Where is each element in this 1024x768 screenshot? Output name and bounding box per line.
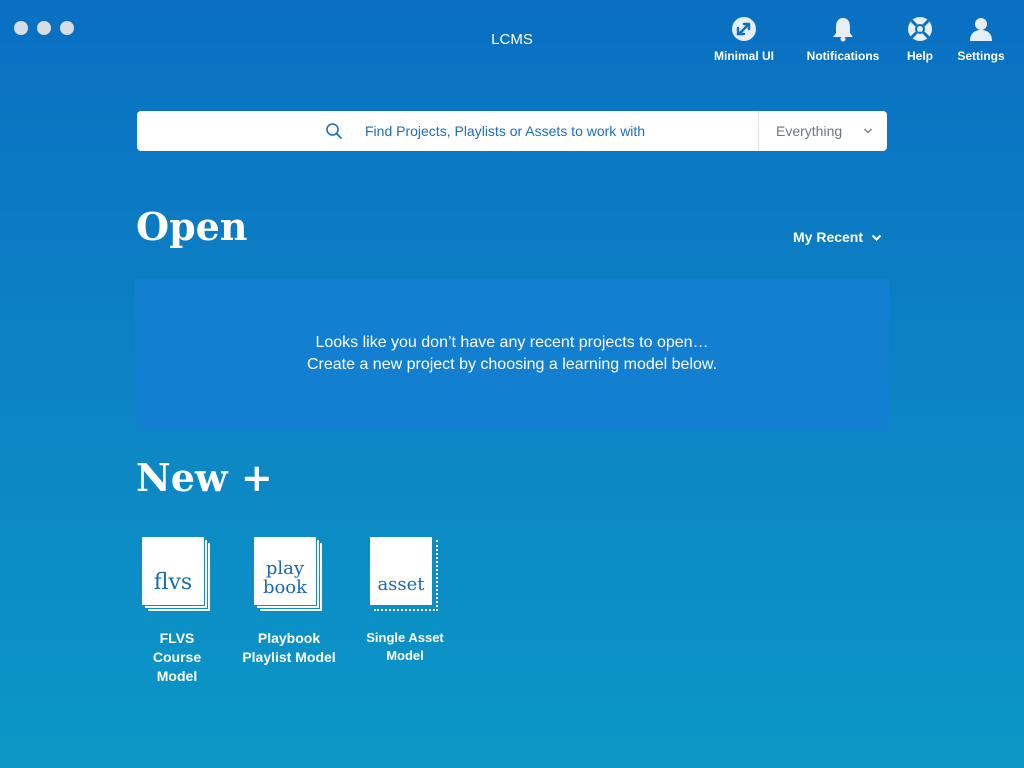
flvs-model-icon: flvs bbox=[142, 537, 212, 613]
search-input[interactable] bbox=[363, 122, 747, 140]
search-scope-value: Everything bbox=[776, 123, 843, 139]
empty-state-line-1: Looks like you don’t have any recent pro… bbox=[315, 334, 709, 351]
help-label: Help bbox=[906, 49, 933, 63]
minimal-ui-label: Minimal UI bbox=[713, 49, 774, 63]
search-bar: Everything bbox=[137, 111, 887, 151]
minimal-ui-button[interactable]: Minimal UI bbox=[699, 16, 789, 63]
notifications-label: Notifications bbox=[806, 49, 880, 63]
asset-model-label-line-2: Model bbox=[386, 648, 424, 663]
playbook-icon-text-line-1: play bbox=[265, 558, 305, 579]
recent-projects-empty-state: Looks like you don’t have any recent pro… bbox=[135, 279, 889, 429]
playbook-model-label-line-1: Playbook bbox=[257, 630, 321, 646]
recent-filter-dropdown[interactable]: My Recent bbox=[793, 229, 882, 245]
lifebuoy-icon bbox=[908, 17, 932, 41]
playbook-model-icon: play book bbox=[254, 537, 324, 613]
user-icon bbox=[970, 18, 992, 41]
flvs-icon-text: flvs bbox=[153, 570, 193, 595]
recent-filter-label: My Recent bbox=[793, 229, 864, 245]
single-asset-model-button[interactable]: asset Single Asset Model bbox=[365, 537, 445, 665]
playbook-model-label-line-2: Playlist Model bbox=[242, 649, 336, 665]
minimal-ui-icon bbox=[732, 17, 756, 41]
search-icon bbox=[326, 123, 342, 139]
asset-model-icon: asset bbox=[370, 537, 440, 613]
settings-label: Settings bbox=[957, 49, 1005, 63]
open-heading: Open bbox=[136, 204, 248, 249]
asset-icon-text: asset bbox=[377, 574, 425, 595]
settings-button[interactable]: Settings bbox=[936, 16, 1024, 63]
asset-model-label-line-1: Single Asset bbox=[366, 630, 444, 645]
search-field bbox=[137, 111, 758, 151]
chevron-down-icon bbox=[871, 234, 882, 241]
flvs-model-label-line-1: FLVS Course bbox=[152, 630, 202, 665]
playbook-icon-text-line-2: book bbox=[262, 577, 308, 598]
search-scope-select[interactable]: Everything bbox=[758, 111, 887, 151]
playbook-playlist-model-button[interactable]: play book Playbook Playlist Model bbox=[241, 537, 337, 667]
flvs-model-label-line-2: Model bbox=[156, 668, 198, 684]
chevron-down-icon bbox=[864, 128, 872, 134]
flvs-course-model-button[interactable]: flvs FLVS Course Model bbox=[135, 537, 219, 686]
empty-state-line-2: Create a new project by choosing a learn… bbox=[306, 356, 718, 373]
bell-icon bbox=[833, 18, 853, 42]
new-heading: New + bbox=[136, 455, 273, 500]
